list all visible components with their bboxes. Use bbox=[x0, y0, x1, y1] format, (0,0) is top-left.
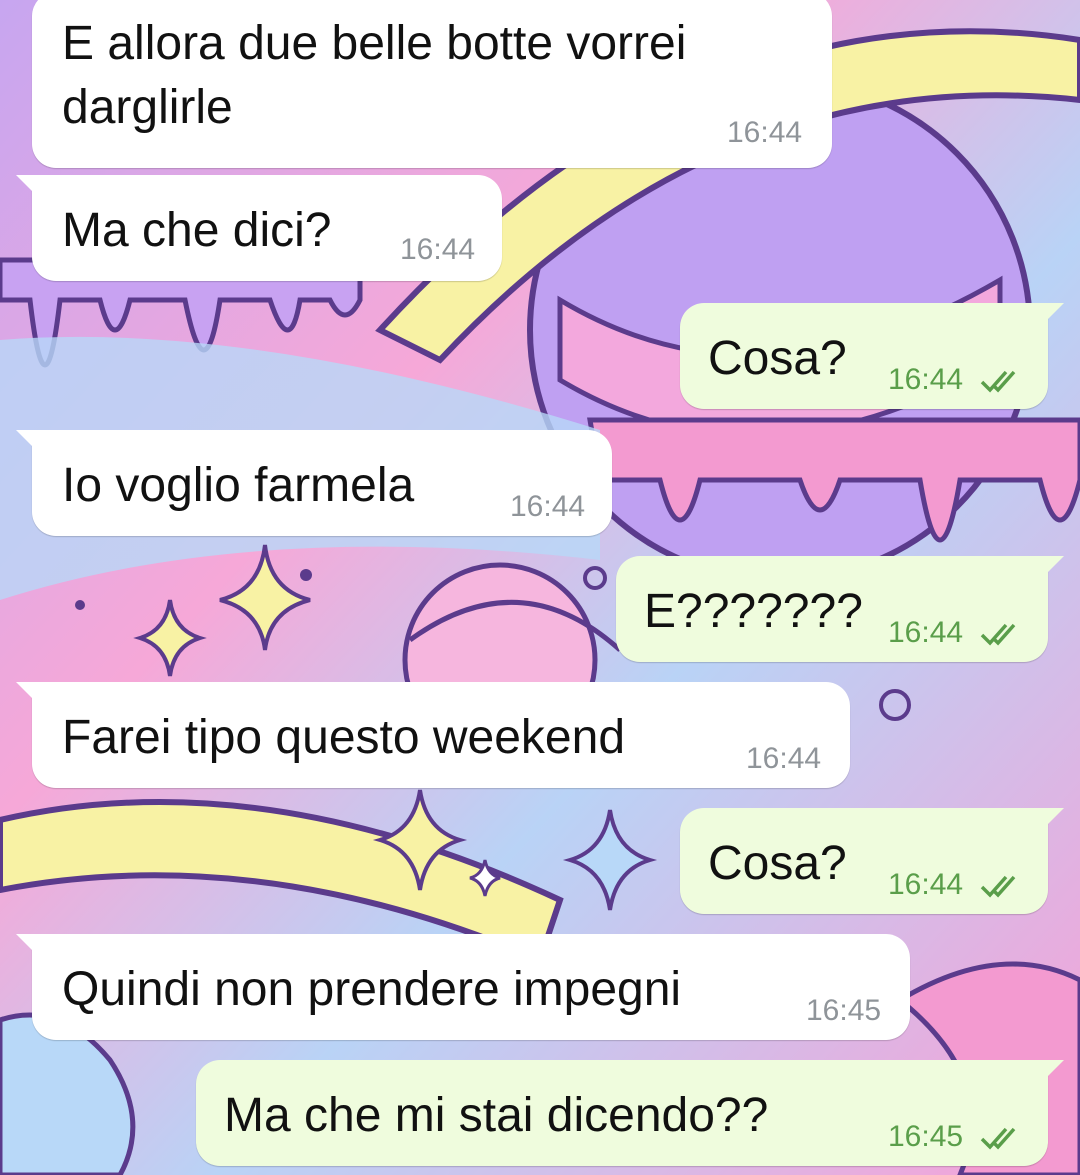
message-timestamp: 16:44 bbox=[727, 116, 803, 149]
bubble-tail bbox=[16, 682, 42, 708]
read-double-check-icon bbox=[980, 623, 1016, 646]
message-bubble-outgoing[interactable]: Cosa? 16:44 bbox=[680, 303, 1064, 409]
message-timestamp: 16:45 bbox=[806, 994, 882, 1027]
message-bubble-incoming[interactable]: E allora due belle botte vorrei darglirl… bbox=[32, 0, 832, 168]
bubble-tail bbox=[1038, 1060, 1064, 1086]
message-text: Cosa? bbox=[708, 332, 847, 385]
message-bubble-outgoing[interactable]: Ma che mi stai dicendo?? 16:45 bbox=[196, 1060, 1064, 1166]
message-text: Ma che mi stai dicendo?? bbox=[224, 1089, 769, 1142]
message-text: E??????? bbox=[644, 585, 863, 638]
message-bubble-incoming[interactable]: Io voglio farmela 16:44 bbox=[16, 430, 612, 536]
message-timestamp: 16:44 bbox=[888, 616, 964, 649]
bubble-tail bbox=[16, 934, 42, 960]
message-bubble-incoming[interactable]: Ma che dici? 16:44 bbox=[16, 175, 502, 281]
message-text: Ma che dici? bbox=[62, 204, 332, 257]
read-double-check-icon bbox=[980, 1127, 1016, 1150]
message-timestamp: 16:44 bbox=[746, 742, 822, 775]
bubble-tail bbox=[16, 175, 42, 201]
bubble-tail bbox=[16, 430, 42, 456]
message-text: darglirle bbox=[62, 81, 233, 134]
message-text: Cosa? bbox=[708, 837, 847, 890]
bubble-tail bbox=[1038, 556, 1064, 582]
read-double-check-icon bbox=[980, 370, 1016, 393]
message-bubble-incoming[interactable]: Farei tipo questo weekend 16:44 bbox=[16, 682, 850, 788]
read-double-check-icon bbox=[980, 875, 1016, 898]
message-text: Io voglio farmela bbox=[62, 459, 415, 512]
message-timestamp: 16:44 bbox=[400, 233, 476, 266]
message-text: Quindi non prendere impegni bbox=[62, 963, 682, 1016]
message-timestamp: 16:44 bbox=[888, 868, 964, 901]
message-text: Farei tipo questo weekend bbox=[62, 711, 626, 764]
message-timestamp: 16:44 bbox=[888, 363, 964, 396]
message-timestamp: 16:45 bbox=[888, 1120, 964, 1153]
message-bubble-outgoing[interactable]: Cosa? 16:44 bbox=[680, 808, 1064, 914]
message-text: E allora due belle botte vorrei bbox=[62, 17, 687, 70]
message-bubble-incoming[interactable]: Quindi non prendere impegni 16:45 bbox=[16, 934, 910, 1040]
bubble-tail bbox=[1038, 303, 1064, 329]
message-timestamp: 16:44 bbox=[510, 490, 586, 523]
bubble-tail bbox=[1038, 808, 1064, 834]
message-bubble-outgoing[interactable]: E??????? 16:44 bbox=[616, 556, 1064, 662]
